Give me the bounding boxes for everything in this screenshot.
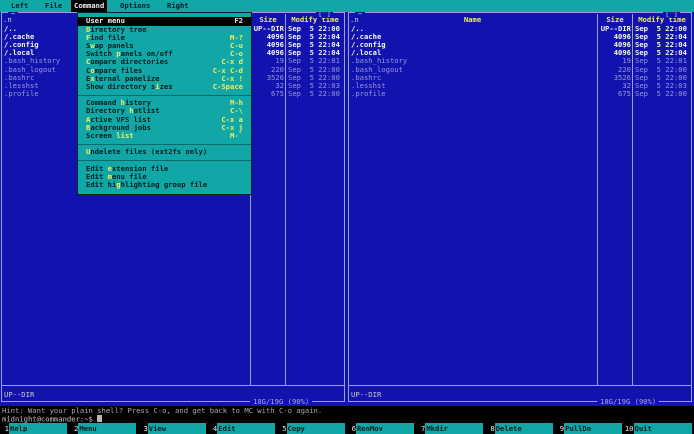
fkey-label: Copy (286, 422, 345, 434)
menu-item-label: Undelete files (ext2fs only) (86, 147, 208, 157)
fkey-copy[interactable]: 5 Copy (278, 422, 347, 434)
menu-item-label: Screen list (86, 131, 134, 141)
fkey-label: RenMov (355, 422, 414, 434)
fkey-label: View (147, 422, 206, 434)
fkey-number: 3 (143, 423, 148, 433)
fkey-renmov[interactable]: 6 RenMov (347, 422, 416, 434)
fkey-number: 5 (282, 423, 287, 433)
fkey-menu[interactable]: 2 Menu (69, 422, 138, 434)
command-prompt[interactable]: midnight@commander:~$ (2, 414, 102, 424)
fkey-number: 4 (212, 423, 218, 433)
file-name: .profile (4, 89, 39, 99)
menu-item-edit-highlighting-group-file[interactable]: Edit highlighting group file (78, 181, 251, 189)
fkey-number: 7 (421, 423, 426, 433)
menu-item-label: Show directory sizes (86, 81, 173, 91)
mini-status: UP--DIR (4, 390, 35, 399)
mc-terminal-screen: ~[^].nNameSizeModify time/..UP--DIRSep 5… (0, 0, 694, 434)
file-size: 675 (271, 89, 284, 99)
mini-status-separator (349, 385, 692, 386)
file-row[interactable]: .profile 675 Sep 5 22:00 (348, 89, 692, 99)
fkey-help[interactable]: 1 Help (0, 422, 69, 434)
menu-item-screen-list[interactable]: Screen list M-` (78, 131, 251, 141)
mini-status: UP--DIR (351, 390, 382, 399)
fkey-number: 9 (559, 423, 565, 433)
menubar-item-right[interactable]: Right (164, 0, 192, 12)
file-name: .profile (351, 89, 386, 99)
free-space-indicator: 18G/19G (90%) (597, 397, 660, 407)
fkey-mkdir[interactable]: 7 Mkdir (416, 422, 485, 434)
menu-item-undelete-files-ext2fs-only-[interactable]: Undelete files (ext2fs only) (78, 148, 251, 156)
function-key-bar: 1 Help 2 Menu 3 View 4 Edit 5 Copy 6 RenMov 7 Mkdir 8 D… (0, 422, 694, 434)
menubar-item-file[interactable]: File (42, 0, 65, 12)
fkey-label: Delete (494, 422, 553, 434)
fkey-number: 10 (624, 423, 634, 433)
free-space-indicator: 18G/19G (90%) (250, 397, 313, 407)
menu-item-shortcut: M-` (230, 131, 243, 141)
command-menu-dropdown: User menu F2 Directory tree Find file M-? Swa… (77, 12, 252, 195)
menu-item-shortcut: F2 (234, 16, 243, 26)
text-cursor (97, 414, 102, 423)
column-header-name[interactable]: Name (348, 16, 597, 24)
fkey-label: Menu (78, 422, 137, 434)
fkey-label: Quit (633, 422, 692, 434)
fkey-pulldn[interactable]: 9 PullDn (555, 422, 624, 434)
menu-bar: Left File Command Options Right (0, 0, 694, 12)
fkey-number: 1 (4, 423, 9, 433)
menubar-item-options[interactable]: Options (117, 0, 153, 12)
menubar-item-left[interactable]: Left (8, 0, 31, 12)
file-mtime: Sep 5 22:00 (635, 89, 687, 99)
file-mtime: Sep 5 22:00 (288, 89, 340, 99)
fkey-label: Edit (217, 422, 276, 434)
fkey-edit[interactable]: 4 Edit (208, 422, 277, 434)
fkey-quit[interactable]: 10 Quit (624, 422, 694, 434)
fkey-number: 8 (490, 423, 495, 433)
fkey-number: 6 (351, 423, 356, 433)
file-size: 675 (618, 89, 631, 99)
menu-item-label: Edit highlighting group file (86, 180, 208, 190)
menubar-item-command[interactable]: Command (71, 0, 108, 12)
menu-item-show-directory-sizes[interactable]: Show directory sizes C-Space (78, 81, 251, 91)
fkey-label: Help (9, 422, 67, 434)
fkey-number: 2 (74, 423, 79, 433)
fkey-label: PullDn (564, 422, 623, 434)
prompt-text: midnight@commander:~$ (2, 414, 98, 424)
fkey-delete[interactable]: 8 Delete (486, 422, 555, 434)
mini-status-separator (2, 385, 345, 386)
menu-item-shortcut: C-Space (212, 81, 243, 91)
fkey-label: Mkdir (425, 422, 484, 434)
fkey-view[interactable]: 3 View (139, 422, 208, 434)
